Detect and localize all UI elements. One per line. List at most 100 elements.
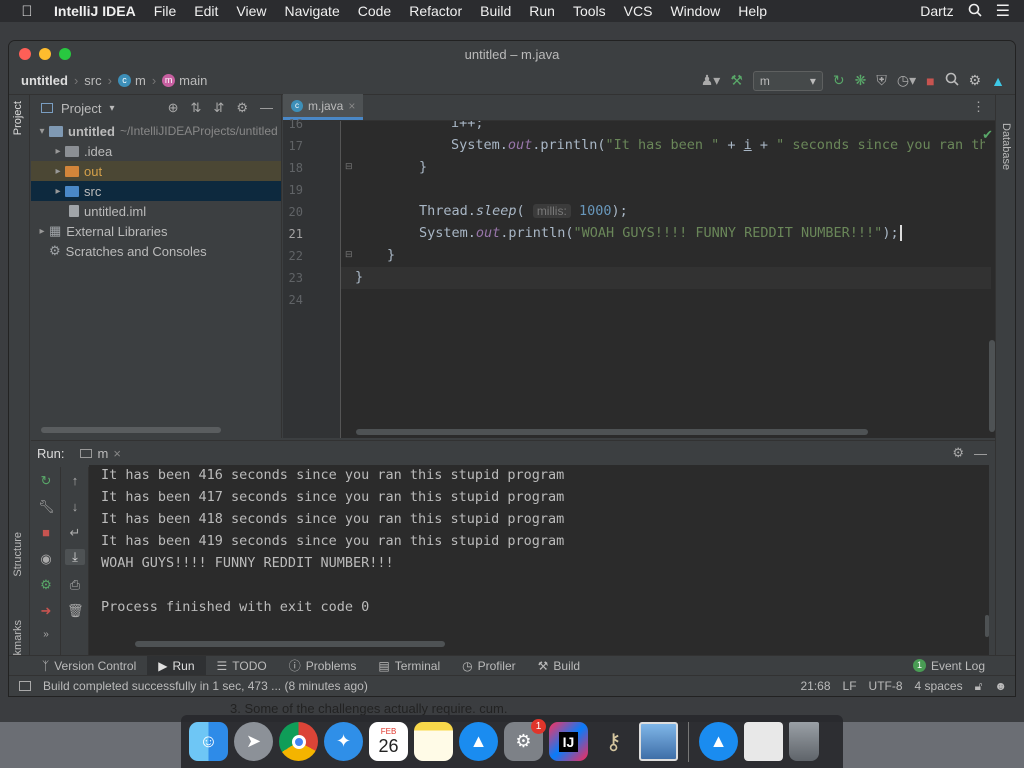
tree-item-iml[interactable]: untitled.iml [31, 201, 281, 221]
breadcrumb-method[interactable]: m main [162, 73, 207, 88]
console-vertical-scrollbar[interactable] [985, 615, 989, 637]
tree-item-out[interactable]: ▸ out [31, 161, 281, 181]
console-horizontal-scrollbar[interactable] [135, 641, 445, 647]
status-message[interactable]: Build completed successfully in 1 sec, 4… [43, 679, 368, 693]
event-log-button[interactable]: 1 Event Log [912, 659, 1015, 673]
system-preferences-gear-icon[interactable]: ⚙ 1 [504, 719, 546, 761]
tool-tab-terminal[interactable]: ▤ Terminal [367, 656, 451, 676]
more-chevron-icon[interactable]: » [38, 629, 54, 640]
inspection-ok-check-icon[interactable]: ✔ [982, 127, 993, 143]
safari-compass-icon[interactable]: ✦ [324, 722, 363, 761]
keychain-keys-icon[interactable]: ⚷ [594, 722, 633, 761]
locate-file-icon[interactable]: ⊕ [168, 100, 179, 116]
code-area[interactable]: i++; System.out.println("It has been " +… [349, 121, 985, 411]
breadcrumb-src[interactable]: src [84, 73, 101, 88]
profile-icon[interactable]: ◷▾ [897, 72, 916, 89]
line-separator[interactable]: LF [843, 679, 857, 694]
menubar-user[interactable]: Dartz [920, 3, 953, 19]
run-configuration-select[interactable]: m ▾ [752, 70, 823, 91]
menu-vcs[interactable]: VCS [615, 3, 662, 19]
tool-tab-run[interactable]: ▶ Run [147, 655, 206, 676]
notes-icon[interactable] [414, 722, 453, 761]
tree-item-scratches[interactable]: ⚙ Scratches and Consoles [31, 241, 281, 261]
app-store-downloads-icon[interactable]: ▲ [699, 722, 738, 761]
app-store-icon[interactable]: ▲ [459, 722, 498, 761]
control-center-icon[interactable]: ☰ [996, 1, 1010, 21]
stop-icon[interactable]: ■ [38, 525, 54, 540]
indent-setting[interactable]: 4 spaces [915, 679, 963, 694]
menu-code[interactable]: Code [349, 3, 400, 19]
tool-tab-version-control[interactable]: ᛉ Version Control [31, 656, 147, 676]
tool-tab-problems[interactable]: ⓘ Problems [278, 656, 368, 676]
project-tool-tab[interactable]: Project [12, 101, 24, 135]
tree-item-external-libraries[interactable]: ▸ ▦ External Libraries [31, 221, 281, 241]
menu-intellij[interactable]: IntelliJ IDEA [54, 3, 145, 19]
project-settings-gear-icon[interactable]: ⚙ [236, 100, 248, 116]
breadcrumb-project[interactable]: untitled [21, 73, 68, 88]
caret-position[interactable]: 21:68 [801, 679, 831, 694]
settings-gear-icon[interactable]: ⚙ [969, 72, 982, 89]
rerun-icon[interactable]: ↻ [833, 72, 845, 89]
intellij-idea-icon[interactable]: IJ [549, 722, 588, 761]
hide-panel-icon[interactable]: — [260, 100, 273, 116]
close-tab-icon[interactable]: × [113, 446, 121, 461]
project-view-select[interactable]: Project [61, 101, 101, 116]
chrome-icon[interactable] [279, 722, 318, 761]
expand-arrow-icon[interactable]: ▾ [35, 126, 49, 137]
trash-clear-icon[interactable]: 🗑︎ [67, 603, 84, 619]
edit-config-wrench-icon[interactable]: 🔧︎ [38, 499, 55, 515]
menu-view[interactable]: View [227, 3, 275, 19]
run-settings-gear-icon[interactable]: ⚙ [952, 445, 964, 461]
spotlight-search-icon[interactable] [968, 3, 982, 20]
structure-tool-tab[interactable]: Structure [12, 532, 24, 577]
print-icon[interactable]: ⎙ [67, 577, 83, 593]
dump-threads-camera-icon[interactable]: ◉ [38, 551, 54, 567]
coverage-shield-icon[interactable]: ⛨ [876, 72, 887, 89]
inspector-icon[interactable]: ☻ [994, 679, 1007, 694]
tree-item-idea[interactable]: ▸ .idea [31, 141, 281, 161]
lock-icon[interactable]: 🔓︎ [975, 679, 983, 694]
menu-edit[interactable]: Edit [185, 3, 227, 19]
menu-build[interactable]: Build [471, 3, 520, 19]
menu-help[interactable]: Help [729, 3, 776, 19]
collapsed-arrow-icon[interactable]: ▸ [51, 146, 65, 157]
hide-run-panel-icon[interactable]: — [974, 446, 995, 461]
menu-file[interactable]: File [145, 3, 186, 19]
tree-item-src[interactable]: ▸ src [31, 181, 281, 201]
editor-more-icon[interactable]: ⋮ [972, 99, 995, 120]
toggle-tool-windows-icon[interactable] [19, 681, 31, 691]
build-hammer-icon[interactable]: ⚒ [730, 72, 743, 89]
stop-icon[interactable]: ■ [926, 73, 934, 89]
run-tab-m[interactable]: m × [74, 446, 126, 461]
apple-icon[interactable]:  [0, 3, 54, 20]
menu-refactor[interactable]: Refactor [400, 3, 471, 19]
scroll-to-end-icon[interactable]: ⤓ [65, 549, 85, 565]
menu-window[interactable]: Window [661, 3, 729, 19]
soft-wrap-icon[interactable]: ↵ [67, 525, 83, 541]
editor-horizontal-scrollbar[interactable] [356, 429, 868, 435]
collapsed-arrow-icon[interactable]: ▸ [51, 166, 65, 177]
tool-tab-build[interactable]: ⚒ Build [527, 656, 591, 676]
menu-tools[interactable]: Tools [564, 3, 615, 19]
debug-bug-icon[interactable]: ❋ [855, 72, 867, 89]
tool-tab-todo[interactable]: ☰ TODO [206, 656, 278, 676]
exit-icon[interactable]: ➜ [38, 603, 54, 619]
launchpad-rocket-icon[interactable]: ➤ [234, 722, 273, 761]
console-output[interactable]: It has been 416 seconds since you ran th… [89, 465, 989, 655]
chevron-down-icon[interactable]: ▾ [109, 103, 114, 114]
close-tab-icon[interactable]: × [348, 99, 355, 113]
breadcrumb-class[interactable]: cm [117, 73, 146, 88]
restore-layout-icon[interactable]: ⚙ [38, 577, 54, 593]
rerun-icon[interactable]: ↻ [38, 473, 54, 489]
project-horizontal-scrollbar[interactable] [41, 427, 221, 433]
tool-tab-profiler[interactable]: ◷ Profiler [451, 656, 527, 676]
menu-navigate[interactable]: Navigate [275, 3, 348, 19]
collapsed-arrow-icon[interactable]: ▸ [35, 226, 49, 237]
collapse-all-icon[interactable]: ⇵ [213, 100, 224, 116]
file-encoding[interactable]: UTF-8 [869, 679, 903, 694]
user-account-icon[interactable]: ♟▾ [701, 72, 721, 89]
database-tool-tab[interactable]: Database [1000, 123, 1012, 170]
tree-item-project-root[interactable]: ▾ untitled ~/IntelliJIDEAProjects/untitl… [31, 121, 281, 141]
calendar-icon[interactable]: FEB 26 [369, 722, 408, 761]
scroll-up-arrow-icon[interactable]: ↑ [67, 473, 83, 488]
